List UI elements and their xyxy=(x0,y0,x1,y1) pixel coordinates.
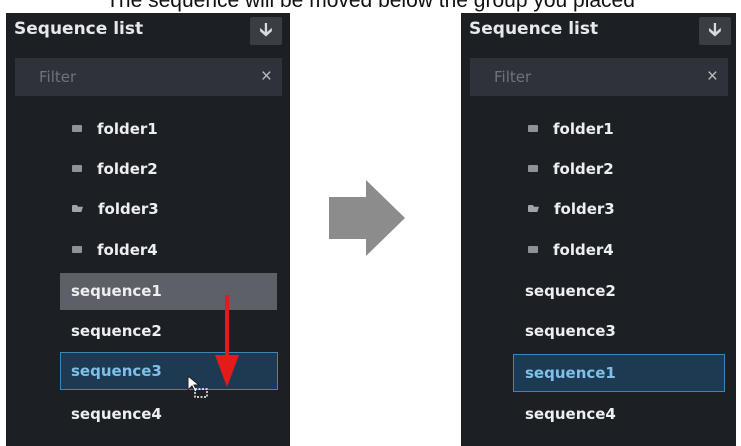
sequence-label: sequence1 xyxy=(525,364,616,382)
folder-icon xyxy=(528,246,538,253)
folder-label: folder1 xyxy=(553,120,614,138)
sequence-item[interactable]: sequence2 xyxy=(60,313,277,350)
sequence-item[interactable]: sequence3 xyxy=(513,313,723,350)
panel-header: Sequence list 🡳 xyxy=(6,13,290,53)
sequence-label: sequence3 xyxy=(71,362,162,380)
sequence-item[interactable]: sequence4 xyxy=(60,396,277,433)
download-button[interactable]: 🡳 xyxy=(699,17,731,45)
filter-input[interactable] xyxy=(470,58,701,96)
arrow-down-icon: 🡳 xyxy=(259,20,273,41)
tree-item-folder4[interactable]: folder4 xyxy=(528,232,614,269)
folder-label: folder4 xyxy=(553,241,614,259)
tree-item-folder2[interactable]: folder2 xyxy=(72,151,158,188)
arrow-down-icon: 🡳 xyxy=(708,20,722,41)
sequence-label: sequence2 xyxy=(525,282,616,300)
right-arrow-icon xyxy=(329,180,405,256)
drag-cursor-icon xyxy=(187,375,208,398)
drag-arrow-down-icon xyxy=(215,295,239,387)
clear-filter-icon[interactable]: × xyxy=(261,65,272,89)
folder-label: folder3 xyxy=(98,200,159,218)
sequence-item-drop-target[interactable]: sequence3 xyxy=(60,352,278,390)
tree-item-folder2[interactable]: folder2 xyxy=(528,151,614,188)
panel-title: Sequence list xyxy=(469,19,599,39)
folder-icon xyxy=(528,165,538,172)
clear-filter-icon[interactable]: × xyxy=(707,65,718,89)
sequence-label: sequence2 xyxy=(71,322,162,340)
folder-label: folder3 xyxy=(554,200,615,218)
sequence-list-panel-before: Sequence list 🡳 × folder1 folder2 folder… xyxy=(6,13,290,446)
caption-text: The sequence will be moved below the gro… xyxy=(106,0,635,12)
sequence-item-moved[interactable]: sequence1 xyxy=(513,354,725,392)
sequence-item-drag-source[interactable]: sequence1 xyxy=(60,273,277,310)
sequence-item[interactable]: sequence4 xyxy=(513,396,723,433)
sequence-label: sequence4 xyxy=(525,405,616,423)
sequence-item[interactable]: sequence2 xyxy=(513,273,723,310)
panel-header: Sequence list 🡳 xyxy=(461,13,736,53)
sequence-list-panel-after: Sequence list 🡳 × folder1 folder2 folder… xyxy=(461,13,736,446)
tree-item-folder1[interactable]: folder1 xyxy=(528,111,614,148)
sequence-label: sequence1 xyxy=(71,282,162,300)
tree-item-folder3[interactable]: folder3 xyxy=(72,191,159,228)
folder-label: folder2 xyxy=(97,160,158,178)
folder-icon xyxy=(528,125,538,132)
tree-item-folder4[interactable]: folder4 xyxy=(72,232,158,269)
download-button[interactable]: 🡳 xyxy=(250,17,282,45)
folder-open-icon xyxy=(528,205,539,212)
tree-item-folder1[interactable]: folder1 xyxy=(72,111,158,148)
sequence-label: sequence4 xyxy=(71,405,162,423)
sequence-label: sequence3 xyxy=(525,322,616,340)
folder-label: folder4 xyxy=(97,241,158,259)
folder-label: folder2 xyxy=(553,160,614,178)
folder-icon xyxy=(72,246,82,253)
folder-open-icon xyxy=(72,205,83,212)
folder-label: folder1 xyxy=(97,120,158,138)
filter-box: × xyxy=(15,58,282,96)
tree-item-folder3[interactable]: folder3 xyxy=(528,191,615,228)
filter-box: × xyxy=(470,58,728,96)
folder-icon xyxy=(72,125,82,132)
folder-icon xyxy=(72,165,82,172)
filter-input[interactable] xyxy=(15,58,253,96)
panel-title: Sequence list xyxy=(14,19,144,39)
